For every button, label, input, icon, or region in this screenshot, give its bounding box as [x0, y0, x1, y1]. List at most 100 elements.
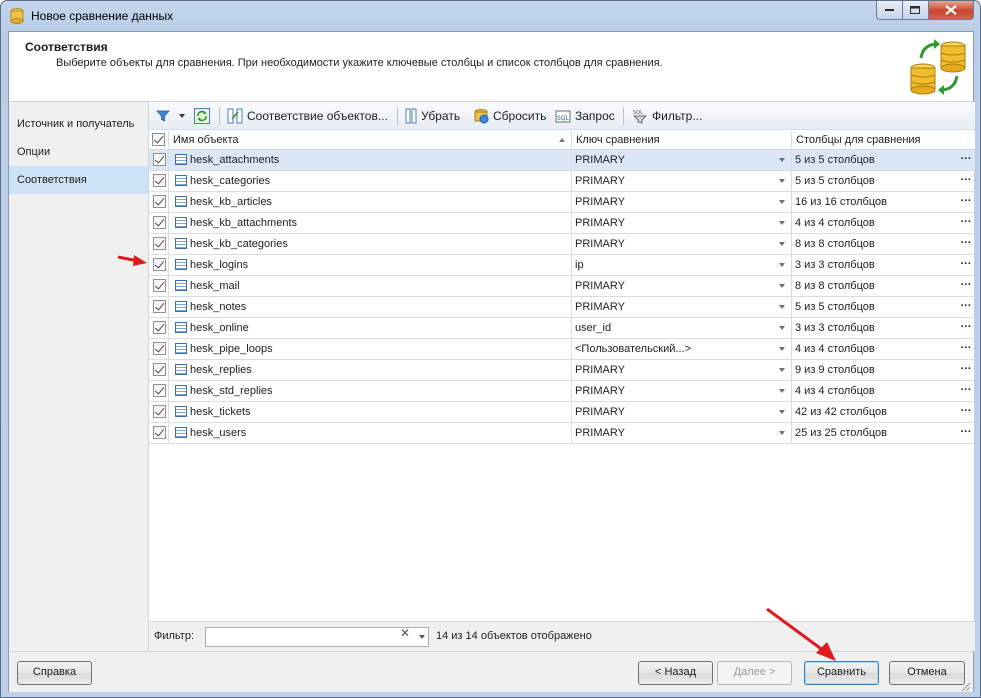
object-name-cell[interactable]: hesk_std_replies [169, 381, 572, 401]
next-button[interactable]: Далее > [717, 661, 792, 685]
more-options-button[interactable]: ··· [957, 171, 975, 191]
more-options-button[interactable]: ··· [957, 423, 975, 443]
table-row[interactable]: hesk_pipe_loops <Пользовательский...> 4 из… [149, 339, 975, 360]
object-name-cell[interactable]: hesk_online [169, 318, 572, 338]
table-row[interactable]: hesk_users PRIMARY 25 из 25 столбцов ··· [149, 423, 975, 444]
comparison-key-dropdown[interactable]: PRIMARY [572, 381, 792, 401]
row-checkbox[interactable] [153, 153, 166, 166]
comparison-key-dropdown[interactable]: PRIMARY [572, 192, 792, 212]
header-checkbox-cell[interactable] [149, 131, 169, 150]
reset-button[interactable]: Сбросить [473, 105, 546, 127]
row-checkbox[interactable] [153, 363, 166, 376]
comparison-key-dropdown[interactable]: PRIMARY [572, 213, 792, 233]
nav-item-source-target[interactable]: Источник и получатель [9, 110, 148, 138]
object-name-cell[interactable]: hesk_categories [169, 171, 572, 191]
more-options-button[interactable]: ··· [957, 276, 975, 296]
comparison-key-dropdown[interactable]: PRIMARY [572, 276, 792, 296]
close-button[interactable] [929, 1, 974, 20]
row-checkbox[interactable] [153, 258, 166, 271]
column-header-key[interactable]: Ключ сравнения [572, 131, 792, 150]
row-checkbox[interactable] [153, 216, 166, 229]
chevron-down-icon[interactable] [779, 263, 785, 267]
chevron-down-icon[interactable] [779, 347, 785, 351]
comparison-key-dropdown[interactable]: ip [572, 255, 792, 275]
nav-item-mappings[interactable]: Соответствия [9, 166, 148, 194]
query-button[interactable]: SQL Запрос [555, 105, 615, 127]
table-row[interactable]: hesk_replies PRIMARY 9 из 9 столбцов ··· [149, 360, 975, 381]
row-checkbox[interactable] [153, 426, 166, 439]
row-checkbox[interactable] [153, 174, 166, 187]
row-checkbox[interactable] [153, 195, 166, 208]
chevron-down-icon[interactable] [779, 158, 785, 162]
help-button[interactable]: Справка [17, 661, 92, 685]
nav-item-options[interactable]: Опции [9, 138, 148, 166]
filter-history-dropdown-icon[interactable] [419, 635, 425, 639]
column-header-name[interactable]: Имя объекта [169, 131, 572, 150]
table-row[interactable]: hesk_online user_id 3 из 3 столбцов ··· [149, 318, 975, 339]
object-name-cell[interactable]: hesk_replies [169, 360, 572, 380]
object-name-cell[interactable]: hesk_users [169, 423, 572, 443]
row-checkbox[interactable] [153, 237, 166, 250]
refresh-button[interactable] [194, 105, 214, 127]
more-options-button[interactable]: ··· [957, 402, 975, 422]
more-options-button[interactable]: ··· [957, 150, 975, 170]
filter-input[interactable] [205, 627, 429, 647]
table-row[interactable]: hesk_kb_articles PRIMARY 16 из 16 столбцов… [149, 192, 975, 213]
more-options-button[interactable]: ··· [957, 192, 975, 212]
chevron-down-icon[interactable] [779, 179, 785, 183]
back-button[interactable]: < Назад [638, 661, 713, 685]
object-name-cell[interactable]: hesk_attachments [169, 150, 572, 170]
more-options-button[interactable]: ··· [957, 297, 975, 317]
chevron-down-icon[interactable] [779, 242, 785, 246]
more-options-button[interactable]: ··· [957, 234, 975, 254]
chevron-down-icon[interactable] [779, 410, 785, 414]
object-name-cell[interactable]: hesk_kb_categories [169, 234, 572, 254]
table-row[interactable]: hesk_std_replies PRIMARY 4 из 4 столбцов ··… [149, 381, 975, 402]
resize-grip-icon[interactable] [961, 682, 971, 692]
row-checkbox[interactable] [153, 321, 166, 334]
table-row[interactable]: hesk_notes PRIMARY 5 из 5 столбцов ··· [149, 297, 975, 318]
comparison-key-dropdown[interactable]: PRIMARY [572, 150, 792, 170]
chevron-down-icon[interactable] [779, 389, 785, 393]
object-name-cell[interactable]: hesk_kb_attachments [169, 213, 572, 233]
cancel-button[interactable]: Отмена [889, 661, 965, 685]
more-options-button[interactable]: ··· [957, 339, 975, 359]
comparison-key-dropdown[interactable]: PRIMARY [572, 360, 792, 380]
minimize-button[interactable] [876, 1, 903, 20]
compare-button[interactable]: Сравнить [804, 661, 879, 685]
object-name-cell[interactable]: hesk_pipe_loops [169, 339, 572, 359]
chevron-down-icon[interactable] [779, 221, 785, 225]
row-checkbox[interactable] [153, 384, 166, 397]
comparison-key-dropdown[interactable]: PRIMARY [572, 234, 792, 254]
row-checkbox[interactable] [153, 342, 166, 355]
chevron-down-icon[interactable] [779, 368, 785, 372]
table-row[interactable]: hesk_logins ip 3 из 3 столбцов ··· [149, 255, 975, 276]
row-checkbox[interactable] [153, 300, 166, 313]
table-row[interactable]: hesk_mail PRIMARY 8 из 8 столбцов ··· [149, 276, 975, 297]
more-options-button[interactable]: ··· [957, 318, 975, 338]
comparison-key-dropdown[interactable]: PRIMARY [572, 297, 792, 317]
table-row[interactable]: hesk_attachments PRIMARY 5 из 5 столбцов ··… [149, 150, 975, 171]
more-options-button[interactable]: ··· [957, 213, 975, 233]
column-header-columns[interactable]: Столбцы для сравнения [792, 131, 975, 150]
chevron-down-icon[interactable] [779, 200, 785, 204]
comparison-key-dropdown[interactable]: PRIMARY [572, 402, 792, 422]
object-name-cell[interactable]: hesk_notes [169, 297, 572, 317]
maximize-button[interactable] [903, 1, 929, 20]
row-checkbox[interactable] [153, 405, 166, 418]
comparison-key-dropdown[interactable]: PRIMARY [572, 423, 792, 443]
table-row[interactable]: hesk_kb_attachments PRIMARY 4 из 4 столбцо… [149, 213, 975, 234]
more-options-button[interactable]: ··· [957, 360, 975, 380]
remove-button[interactable]: Убрать [405, 105, 460, 127]
filter-dropdown-button[interactable] [156, 105, 190, 127]
chevron-down-icon[interactable] [779, 305, 785, 309]
object-name-cell[interactable]: hesk_mail [169, 276, 572, 296]
comparison-key-dropdown[interactable]: <Пользовательский...> [572, 339, 792, 359]
map-objects-button[interactable]: Соответствие объектов... [227, 105, 388, 127]
table-row[interactable]: hesk_kb_categories PRIMARY 8 из 8 столбцов… [149, 234, 975, 255]
more-options-button[interactable]: ··· [957, 381, 975, 401]
object-name-cell[interactable]: hesk_logins [169, 255, 572, 275]
table-row[interactable]: hesk_tickets PRIMARY 42 из 42 столбцов ··· [149, 402, 975, 423]
comparison-key-dropdown[interactable]: user_id [572, 318, 792, 338]
comparison-key-dropdown[interactable]: PRIMARY [572, 171, 792, 191]
